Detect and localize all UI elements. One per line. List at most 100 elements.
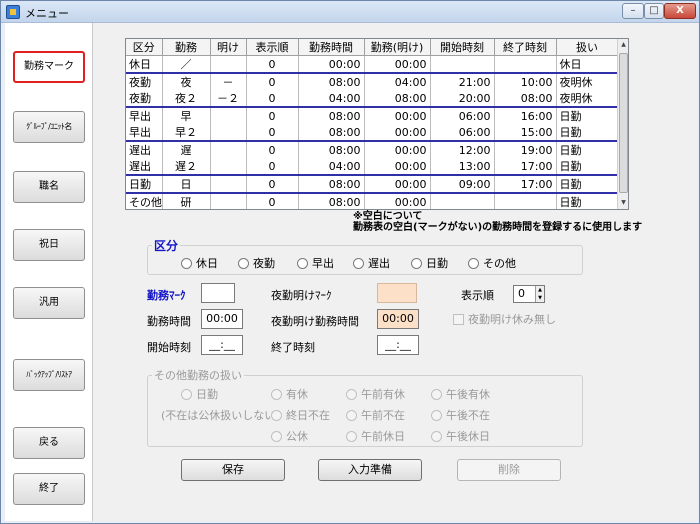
back-button[interactable]: 戻る [13, 427, 85, 459]
sidebar: 勤務マーク ｸﾞﾙｰﾌﾟ/ﾕﾆｯﾄ名 職名 祝日 汎用 ﾊﾞｯｸｱｯﾌﾟ/ﾘｽﾄ… [5, 23, 93, 521]
col-header[interactable]: 表示順 [246, 39, 299, 56]
table-cell: 08:00 [298, 73, 365, 90]
radio-icon [238, 257, 249, 269]
radio-gozen-kyujitsu[interactable]: 午前休日 [346, 428, 405, 444]
radio-hayade[interactable]: 早出 [297, 255, 334, 271]
table-row[interactable]: 遅出 遅２ 0 04:00 00:00 13:00 17:00 日勤 [126, 158, 619, 176]
col-header[interactable]: 扱い [556, 39, 619, 56]
table-cell: 0 [246, 107, 299, 124]
table-row[interactable]: 休日／ 0 00:00 00:00 休日 [126, 55, 619, 74]
table-cell: その他 [126, 193, 163, 209]
radio-kyujitsu[interactable]: 休日 [181, 255, 218, 271]
col-header[interactable]: 区分 [126, 39, 163, 56]
scroll-down-icon[interactable]: ▼ [619, 198, 628, 208]
prepare-input-button[interactable]: 入力準備 [318, 459, 422, 481]
no-ake-rest-checkbox[interactable]: 夜勤明け休み無し [453, 311, 556, 327]
table-cell: 夜２ [162, 90, 211, 108]
radio-shujitsu-fuzai[interactable]: 終日不在 [271, 407, 330, 423]
table-cell: 08:00 [298, 107, 365, 124]
radio-osode[interactable]: 遅出 [353, 255, 390, 271]
col-header[interactable]: 勤務 [162, 39, 211, 56]
table-cell: 21:00 [430, 73, 495, 90]
table-cell: 日勤 [126, 175, 163, 194]
display-order-stepper[interactable]: 0 ▲ ▼ [513, 285, 545, 303]
mark-input[interactable] [201, 283, 235, 303]
table-cell [494, 193, 557, 209]
delete-button[interactable]: 削除 [457, 459, 561, 481]
radio-icon [431, 409, 442, 421]
table-cell: 早出 [126, 124, 163, 142]
table-row[interactable]: 遅出遅 0 08:00 00:00 12:00 19:00 日勤 [126, 141, 619, 158]
table-cell: 09:00 [430, 175, 495, 194]
radio-yakin[interactable]: 夜勤 [238, 255, 275, 271]
stepper-down-icon[interactable]: ▼ [535, 294, 544, 302]
radio-gogo-fuzai[interactable]: 午後不在 [431, 407, 490, 423]
table-row[interactable]: 早出 早２ 0 08:00 00:00 06:00 15:00 日勤 [126, 124, 619, 142]
radio-nikkin[interactable]: 日勤 [411, 255, 448, 271]
end-time-input[interactable]: __:__ [377, 335, 419, 355]
table-cell [210, 141, 247, 158]
table-cell: 0 [246, 55, 299, 74]
radio-icon [353, 257, 364, 269]
grid-vertical-scrollbar[interactable]: ▲ ▼ [617, 39, 628, 209]
col-header[interactable]: 勤務時間 [298, 39, 365, 56]
scroll-up-icon[interactable]: ▲ [619, 40, 628, 50]
table-row[interactable]: 夜勤夜－ 0 08:00 04:00 21:00 10:00 夜明休 [126, 73, 619, 90]
table-cell [210, 158, 247, 176]
table-cell: 00:00 [364, 193, 431, 209]
save-button[interactable]: 保存 [181, 459, 285, 481]
stepper-up-icon[interactable]: ▲ [535, 286, 544, 294]
radio-gozen-fuzai[interactable]: 午前不在 [346, 407, 405, 423]
exit-button[interactable]: 終了 [13, 473, 85, 505]
sidebar-item-shokumei[interactable]: 職名 [13, 171, 85, 203]
col-header[interactable]: 明け [210, 39, 247, 56]
kinmu-grid[interactable]: 区分 勤務 明け 表示順 勤務時間 勤務(明け) 開始時刻 終了時刻 扱い 休日… [125, 38, 629, 210]
minimize-button[interactable]: – [622, 3, 644, 19]
table-cell: 00:00 [364, 107, 431, 124]
radio-icon [271, 388, 282, 400]
radio-kokyu[interactable]: 公休 [271, 428, 308, 444]
table-cell [210, 107, 247, 124]
table-cell: 06:00 [430, 124, 495, 142]
table-cell: 0 [246, 141, 299, 158]
start-time-input[interactable]: __:__ [201, 335, 243, 355]
main-window: メニュー – □ X 勤務マーク ｸﾞﾙｰﾌﾟ/ﾕﾆｯﾄ名 職名 祝日 汎用 ﾊ… [0, 0, 700, 524]
radio-icon [181, 257, 192, 269]
sidebar-item-backup-restore[interactable]: ﾊﾞｯｸｱｯﾌﾟ/ﾘｽﾄｱ [13, 359, 85, 391]
table-cell [210, 55, 247, 74]
col-header[interactable]: 終了時刻 [494, 39, 557, 56]
radio-gozen-yukyu[interactable]: 午前有休 [346, 386, 405, 402]
scroll-thumb[interactable] [619, 53, 628, 193]
table-cell: 19:00 [494, 141, 557, 158]
close-button[interactable]: X [664, 3, 696, 19]
table-cell: 早出 [126, 107, 163, 124]
maximize-button[interactable]: □ [644, 3, 664, 19]
sidebar-item-shukujitsu[interactable]: 祝日 [13, 229, 85, 261]
table-cell: 15:00 [494, 124, 557, 142]
table-cell [210, 124, 247, 142]
radio-gogo-yukyu[interactable]: 午後有休 [431, 386, 490, 402]
kubun-label: 区分 [152, 237, 181, 254]
table-row[interactable]: 夜勤 夜２ －２ 0 04:00 08:00 20:00 08:00 夜明休 [126, 90, 619, 108]
app-icon [6, 5, 20, 19]
ake-mark-input[interactable] [377, 283, 417, 303]
sidebar-item-group-unit[interactable]: ｸﾞﾙｰﾌﾟ/ﾕﾆｯﾄ名 [13, 111, 85, 143]
worktime-input[interactable]: 00:00 [201, 309, 243, 329]
table-row[interactable]: 早出早 0 08:00 00:00 06:00 16:00 日勤 [126, 107, 619, 124]
ake-worktime-input[interactable]: 00:00 [377, 309, 419, 329]
col-header[interactable]: 勤務(明け) [364, 39, 431, 56]
radio-yukyu[interactable]: 有休 [271, 386, 308, 402]
table-cell: －２ [210, 90, 247, 108]
radio-other-nikkin[interactable]: 日勤 [181, 386, 218, 402]
table-row[interactable]: 日勤日 0 08:00 00:00 09:00 17:00 日勤 [126, 175, 619, 194]
table-cell: 夜明休 [556, 90, 619, 108]
col-header[interactable]: 開始時刻 [430, 39, 495, 56]
table-row[interactable]: その他研 0 08:00 00:00 日勤 [126, 193, 619, 209]
radio-gogo-kyujitsu[interactable]: 午後休日 [431, 428, 490, 444]
other-handling-label: その他勤務の扱い [152, 367, 244, 383]
sidebar-item-hanyo[interactable]: 汎用 [13, 287, 85, 319]
radio-sonota[interactable]: その他 [468, 255, 516, 271]
table-cell: 00:00 [364, 55, 431, 74]
title-bar[interactable]: メニュー – □ X [1, 1, 699, 23]
sidebar-item-kinmu-mark[interactable]: 勤務マーク [13, 51, 85, 83]
